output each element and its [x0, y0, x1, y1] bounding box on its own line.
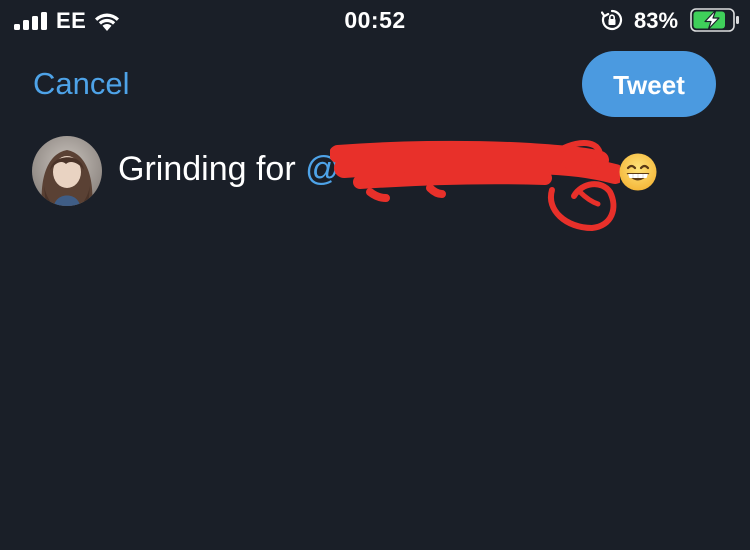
redaction-scribble: [330, 140, 620, 231]
compose-tweet-screen: EE 00:52 83% Cancel Tweet Grinding for @: [0, 0, 750, 550]
orientation-lock-icon: [601, 9, 623, 31]
cancel-button[interactable]: Cancel: [33, 66, 130, 102]
battery-percentage: 83%: [634, 8, 679, 33]
tweet-text: Grinding for: [118, 150, 306, 188]
tweet-text-field[interactable]: Grinding for @: [118, 150, 340, 189]
tweet-button[interactable]: Tweet: [582, 51, 716, 117]
grinning-face-icon: [619, 153, 657, 191]
avatar[interactable]: [32, 136, 102, 206]
avatar-image: [32, 136, 102, 206]
status-bar: EE 00:52 83%: [0, 0, 750, 40]
battery-charging-icon: [690, 8, 739, 32]
